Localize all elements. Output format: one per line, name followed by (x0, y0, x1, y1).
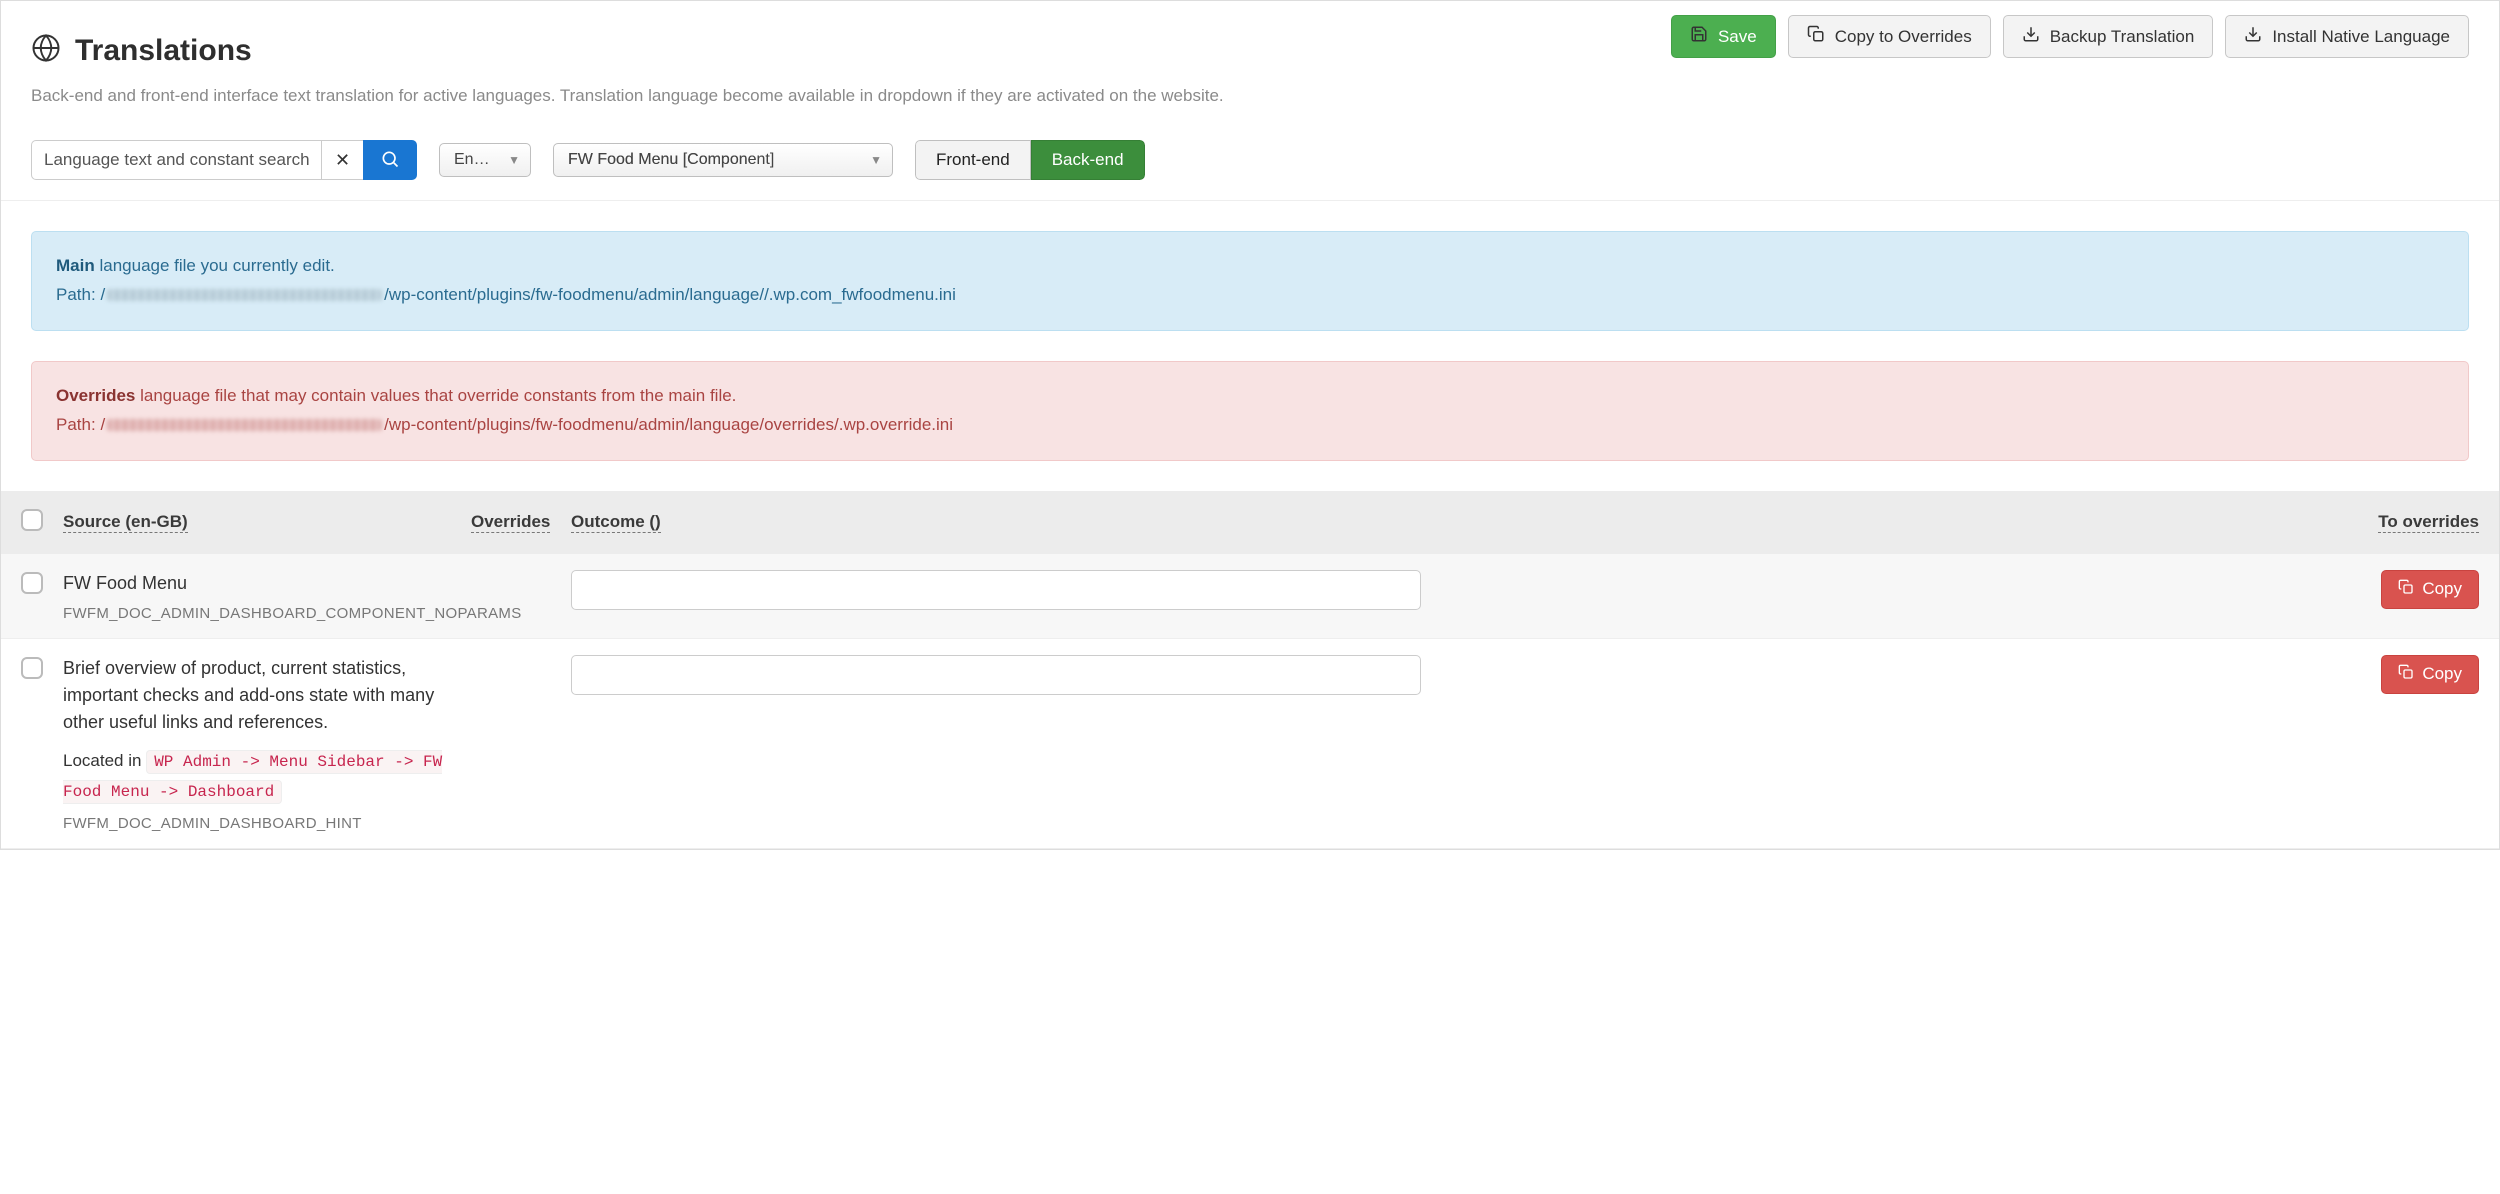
table-row: FW Food Menu FWFM_DOC_ADMIN_DASHBOARD_CO… (1, 554, 2499, 639)
save-icon (1690, 25, 1708, 48)
chevron-down-icon: ▼ (870, 153, 882, 167)
outcome-input[interactable] (571, 655, 1421, 695)
overrides-file-alert: Overrides language file that may contain… (31, 361, 2469, 461)
search-input[interactable] (31, 140, 321, 180)
backup-translation-label: Backup Translation (2050, 27, 2195, 47)
constant-name: FWFM_DOC_ADMIN_DASHBOARD_HINT (63, 815, 451, 832)
column-source[interactable]: Source (en-GB) (63, 512, 188, 533)
close-icon: ✕ (335, 150, 350, 171)
copy-to-overrides-button[interactable]: Copy to Overrides (1788, 15, 1991, 58)
overrides-file-path-label: Path: (56, 415, 96, 434)
component-select-value: FW Food Menu [Component] (568, 151, 774, 169)
source-text: Brief overview of product, current stati… (63, 655, 451, 736)
chevron-down-icon: ▼ (508, 153, 520, 167)
select-all-checkbox[interactable] (21, 509, 43, 531)
copy-icon (1807, 25, 1825, 48)
search-icon (380, 149, 400, 172)
overrides-file-text: language file that may contain values th… (140, 386, 736, 405)
copy-button[interactable]: Copy (2381, 655, 2479, 694)
backend-toggle[interactable]: Back-end (1031, 140, 1145, 180)
overrides-file-path-blur (107, 419, 382, 431)
copy-button-label: Copy (2422, 664, 2462, 684)
main-file-path-label: Path: (56, 285, 96, 304)
column-outcome[interactable]: Outcome () (571, 512, 661, 533)
globe-icon (31, 33, 61, 68)
page-subtitle: Back-end and front-end interface text tr… (31, 86, 1224, 106)
page-title: Translations (75, 34, 252, 68)
download-icon (2022, 25, 2040, 48)
main-file-alert: Main language file you currently edit. P… (31, 231, 2469, 331)
copy-button[interactable]: Copy (2381, 570, 2479, 609)
save-button[interactable]: Save (1671, 15, 1776, 58)
copy-icon (2398, 664, 2414, 685)
backup-translation-button[interactable]: Backup Translation (2003, 15, 2214, 58)
column-to-overrides[interactable]: To overrides (2378, 512, 2479, 533)
clear-search-button[interactable]: ✕ (321, 140, 363, 180)
language-select-value: En… (454, 151, 490, 169)
main-file-path-suffix: /wp-content/plugins/fw-foodmenu/admin/la… (384, 285, 956, 304)
language-select[interactable]: En… ▼ (439, 143, 531, 177)
frontend-toggle[interactable]: Front-end (915, 140, 1031, 180)
component-select[interactable]: FW Food Menu [Component] ▼ (553, 143, 893, 177)
column-overrides[interactable]: Overrides (471, 512, 550, 533)
constant-name: FWFM_DOC_ADMIN_DASHBOARD_COMPONENT_NOPAR… (63, 605, 451, 622)
install-native-language-label: Install Native Language (2272, 27, 2450, 47)
main-file-path-prefix: / (100, 285, 105, 304)
main-file-path-blur (107, 289, 382, 301)
outcome-input[interactable] (571, 570, 1421, 610)
save-button-label: Save (1718, 27, 1757, 47)
frontend-backend-toggle: Front-end Back-end (915, 140, 1145, 180)
copy-button-label: Copy (2422, 579, 2462, 599)
search-button[interactable] (363, 140, 417, 180)
located-label: Located in (63, 751, 141, 770)
overrides-file-strong: Overrides (56, 386, 135, 405)
copy-icon (2398, 579, 2414, 600)
main-file-text: language file you currently edit. (99, 256, 334, 275)
main-file-strong: Main (56, 256, 95, 275)
table-row: Brief overview of product, current stati… (1, 639, 2499, 850)
install-icon (2244, 25, 2262, 48)
copy-to-overrides-label: Copy to Overrides (1835, 27, 1972, 47)
table-header: Source (en-GB) Overrides Outcome () To o… (1, 491, 2499, 554)
row-checkbox[interactable] (21, 657, 43, 679)
source-text: FW Food Menu (63, 570, 451, 597)
overrides-file-path-prefix: / (100, 415, 105, 434)
overrides-file-path-suffix: /wp-content/plugins/fw-foodmenu/admin/la… (384, 415, 953, 434)
row-checkbox[interactable] (21, 572, 43, 594)
install-native-language-button[interactable]: Install Native Language (2225, 15, 2469, 58)
